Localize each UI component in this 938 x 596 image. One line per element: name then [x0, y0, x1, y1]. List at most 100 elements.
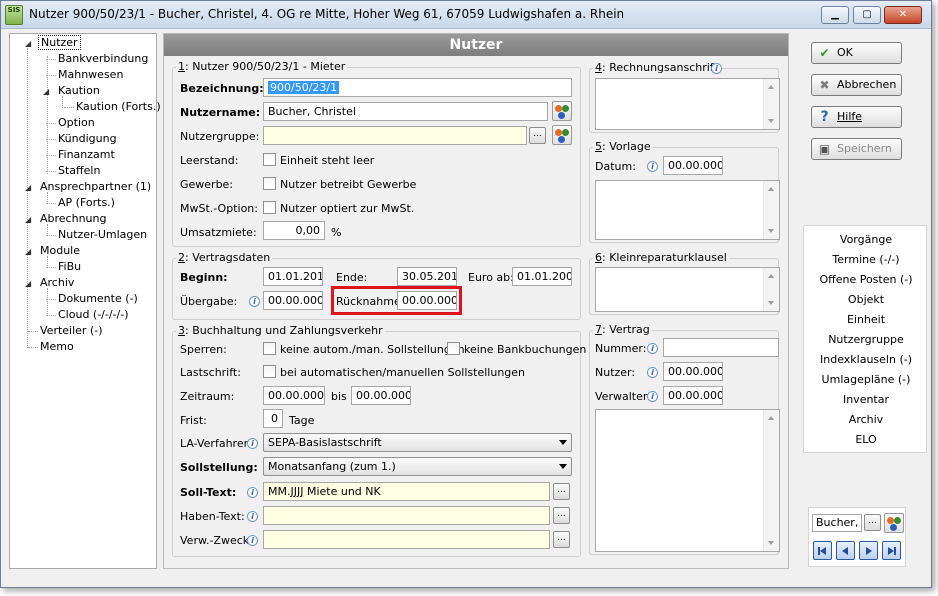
title-bar[interactable]: SIS Nutzer 900/50/23/1 - Bucher, Christe…	[1, 1, 931, 29]
info-icon[interactable]: i	[247, 535, 258, 546]
minimize-button[interactable]: ▁	[821, 6, 849, 24]
related-link-item[interactable]: ELO	[804, 433, 928, 447]
tree-expand-icon[interactable]: ◢	[25, 183, 31, 192]
euro-ab-input[interactable]: 01.01.2002	[512, 267, 572, 286]
scrollbar[interactable]	[763, 79, 779, 129]
tree-item[interactable]: Staffeln	[56, 164, 102, 178]
verw-zweck-browse-button[interactable]: ...	[553, 531, 570, 548]
sperren-sollstellungen-checkbox[interactable]	[263, 342, 276, 355]
next-record-button[interactable]	[859, 541, 878, 560]
tree-item[interactable]: Finanzamt	[56, 148, 117, 162]
tree-item[interactable]: Option	[56, 116, 97, 130]
help-button[interactable]: ? Hilfe	[811, 106, 902, 128]
close-button[interactable]: ✕	[884, 6, 922, 24]
tree-item[interactable]: Kündigung	[56, 132, 119, 146]
verwalter-input[interactable]: 00.00.0000	[663, 386, 723, 405]
info-icon[interactable]: i	[647, 343, 658, 354]
umsatzmiete-input[interactable]: 0,00	[263, 221, 325, 240]
haben-text-browse-button[interactable]: ...	[553, 507, 570, 524]
scrollbar[interactable]	[763, 268, 779, 311]
tree-item[interactable]: AP (Forts.)	[56, 196, 117, 210]
haben-text-input[interactable]	[263, 506, 550, 525]
tree-expand-icon[interactable]: ◢	[25, 247, 31, 256]
ok-button[interactable]: ✔ OK	[811, 42, 902, 64]
beginn-input[interactable]: 01.01.2011	[263, 267, 323, 286]
cancel-button[interactable]: ✖ Abbrechen	[811, 74, 902, 96]
verw-zweck-input[interactable]	[263, 530, 550, 549]
tree-item[interactable]: Memo	[38, 340, 76, 354]
scrollbar[interactable]	[763, 410, 779, 551]
related-link-item[interactable]: Vorgänge	[804, 233, 928, 247]
related-link-item[interactable]: Nutzergruppe	[804, 333, 928, 347]
rechnungsanschrift-textarea[interactable]	[595, 78, 780, 130]
mwst-checkbox[interactable]	[263, 201, 276, 214]
tree-expand-icon[interactable]: ◢	[25, 215, 31, 224]
related-link-item[interactable]: Indexklauseln (-)	[804, 353, 928, 367]
related-link-item[interactable]: Objekt	[804, 293, 928, 307]
frist-input[interactable]: 0	[263, 409, 283, 428]
address-book-button[interactable]	[552, 101, 572, 121]
leerstand-checkbox[interactable]	[263, 153, 276, 166]
tree-item[interactable]: Kaution (Forts.)	[74, 100, 163, 114]
tree-item[interactable]: Mahnwesen	[56, 68, 125, 82]
info-icon[interactable]: i	[247, 511, 258, 522]
related-link-item[interactable]: Inventar	[804, 393, 928, 407]
tree-item[interactable]: Archiv	[38, 276, 76, 290]
zeitraum-to-input[interactable]: 00.00.0000	[351, 386, 411, 405]
tree-item[interactable]: Verteiler (-)	[38, 324, 105, 338]
save-button[interactable]: ▣ Speichern	[811, 138, 902, 160]
tree-item[interactable]: Bankverbindung	[56, 52, 150, 66]
soll-text-input[interactable]: MM.JJJJ Miete und NK	[263, 482, 550, 501]
bezeichnung-input[interactable]: 900/50/23/1	[263, 78, 572, 97]
soll-text-browse-button[interactable]: ...	[553, 483, 570, 500]
datum-input[interactable]: 00.00.0000	[663, 156, 723, 175]
related-link-item[interactable]: Offene Posten (-)	[804, 273, 928, 287]
related-link-item[interactable]: Termine (-/-)	[804, 253, 928, 267]
vorlage-textarea[interactable]	[595, 180, 780, 240]
last-record-button[interactable]	[882, 541, 901, 560]
tree-item[interactable]: Nutzer-Umlagen	[56, 228, 149, 242]
vertrag-nutzer-input[interactable]: 00.00.0000	[663, 362, 723, 381]
previous-record-button[interactable]	[836, 541, 855, 560]
first-record-button[interactable]	[813, 541, 832, 560]
vertrag-textarea[interactable]	[595, 409, 780, 552]
zeitraum-from-input[interactable]: 00.00.0000	[263, 386, 325, 405]
tree-item[interactable]: Cloud (-/-/-/-)	[56, 308, 131, 322]
gewerbe-checkbox[interactable]	[263, 177, 276, 190]
sollstellung-select[interactable]: Monatsanfang (zum 1.)	[263, 457, 572, 476]
record-search-input[interactable]: Bucher, C	[812, 514, 862, 532]
nutzername-input[interactable]: Bucher, Christel	[263, 102, 548, 121]
lastschrift-checkbox[interactable]	[263, 365, 276, 378]
info-icon[interactable]: i	[711, 63, 722, 74]
tree-item[interactable]: Kaution	[56, 84, 102, 98]
tree-item[interactable]: Abrechnung	[38, 212, 108, 226]
nutzergruppe-people-button[interactable]	[552, 125, 572, 145]
info-icon[interactable]: i	[247, 487, 258, 498]
ende-input[interactable]: 30.05.2011	[397, 267, 457, 286]
info-icon[interactable]: i	[249, 296, 260, 307]
scrollbar[interactable]	[763, 181, 779, 239]
tree-item[interactable]: Ansprechpartner (1)	[38, 180, 153, 194]
tree-expand-icon[interactable]: ◢	[25, 279, 31, 288]
info-icon[interactable]: i	[247, 438, 258, 449]
record-browse-button[interactable]: ...	[864, 514, 881, 531]
related-link-item[interactable]: Archiv	[804, 413, 928, 427]
kleinreparatur-textarea[interactable]	[595, 267, 780, 312]
related-link-item[interactable]: Umlagepläne (-)	[804, 373, 928, 387]
tree-item[interactable]: FiBu	[56, 260, 83, 274]
nutzergruppe-input[interactable]	[263, 126, 527, 145]
tree-item[interactable]: Module	[38, 244, 82, 258]
info-icon[interactable]: i	[647, 367, 658, 378]
info-icon[interactable]: i	[647, 391, 658, 402]
nummer-input[interactable]	[663, 338, 779, 357]
tree-expand-icon[interactable]: ◢	[25, 39, 31, 48]
navigation-tree[interactable]: ◢ Nutzer Bankverbindung Mahnwesen ◢ Kaution Ka…	[9, 33, 161, 569]
sperren-bankbuchungen-checkbox[interactable]	[447, 342, 460, 355]
tree-expand-icon[interactable]: ◢	[43, 87, 49, 96]
maximize-button[interactable]: ▢	[853, 6, 881, 24]
related-link-item[interactable]: Einheit	[804, 313, 928, 327]
nutzergruppe-browse-button[interactable]: ...	[529, 127, 546, 144]
la-verfahren-select[interactable]: SEPA-Basislastschrift	[263, 433, 572, 452]
uebergabe-input[interactable]: 00.00.0000	[263, 291, 323, 310]
tree-item[interactable]: Nutzer	[38, 35, 81, 50]
